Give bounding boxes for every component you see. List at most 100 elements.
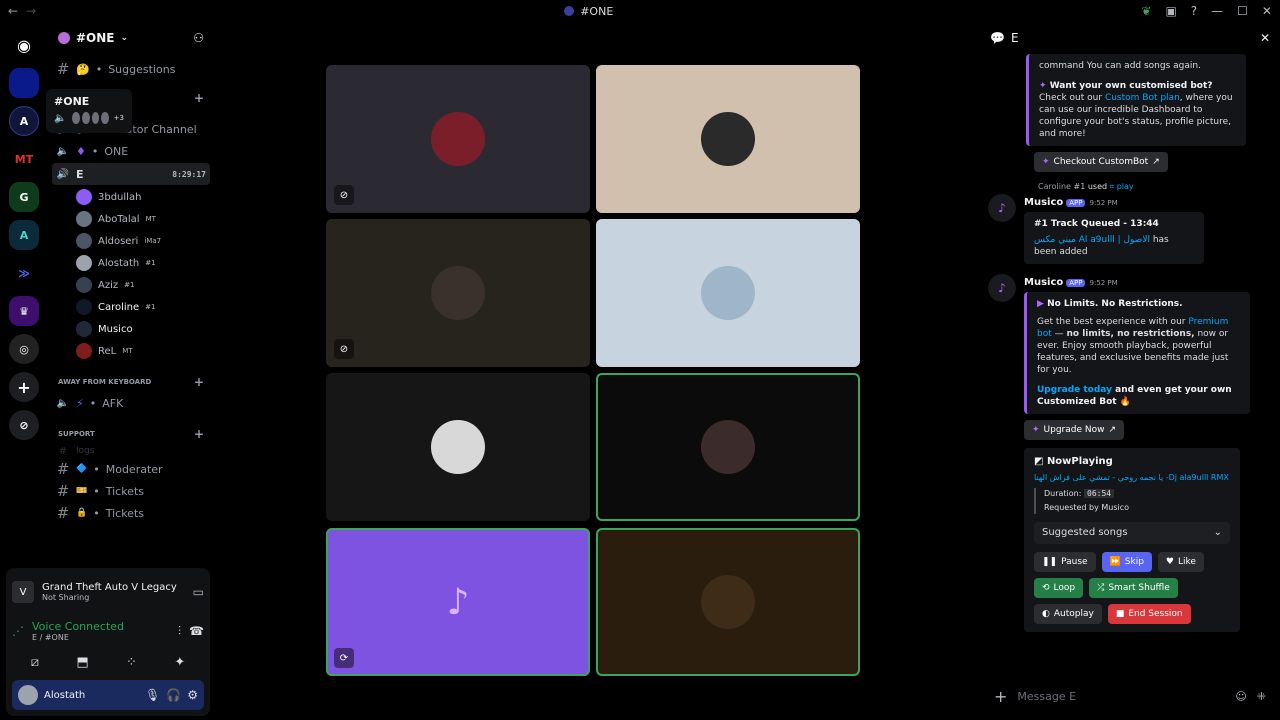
member-name: 3bdullah	[98, 191, 142, 203]
voice-channel-path[interactable]: E / #ONE	[32, 633, 170, 642]
voice-member[interactable]: 3bdullah	[48, 186, 214, 208]
bot-username[interactable]: Musico	[1024, 277, 1063, 288]
voice-member[interactable]: Musico	[48, 318, 214, 340]
activity-icon: ⟳	[334, 648, 354, 668]
noise-suppression-icon[interactable]: ⫶	[178, 624, 181, 639]
voice-member[interactable]: AboTalal MT	[48, 208, 214, 230]
add-channel-icon[interactable]: +	[194, 375, 204, 389]
external-link-icon: ↗	[1152, 157, 1160, 167]
server-icon-teal[interactable]: A	[9, 220, 39, 250]
server-icon-mt[interactable]: MT	[9, 144, 39, 174]
server-icon-crown[interactable]: ♛	[9, 296, 39, 326]
member-name: ReL	[98, 345, 117, 357]
command-name: play	[1116, 182, 1134, 191]
emoji-icon[interactable]: ☺	[1235, 690, 1246, 703]
settings-gear-icon[interactable]: ⚙	[187, 688, 198, 702]
voice-member[interactable]: Alostath #1	[48, 252, 214, 274]
activities-icon[interactable]: ⁘	[126, 655, 137, 670]
bot-avatar[interactable]: ♪	[988, 194, 1016, 222]
autoplay-button[interactable]: ◐ Autoplay	[1034, 604, 1102, 624]
add-channel-icon[interactable]: +	[194, 427, 204, 441]
message-input[interactable]: Message E	[1017, 690, 1225, 703]
video-tile[interactable]	[326, 373, 590, 521]
voice-member[interactable]: Caroline #1	[48, 296, 214, 318]
microphone-icon[interactable]: 🎙	[145, 688, 160, 702]
server-icon-one[interactable]: A	[9, 106, 39, 136]
upgrade-today-link[interactable]: Upgrade today	[1037, 385, 1112, 395]
upgrade-now-button[interactable]: ✦ Upgrade Now ↗	[1024, 420, 1125, 440]
screen-share-button-icon[interactable]: ⬒	[76, 655, 88, 670]
category-afk[interactable]: AWAY FROM KEYBOARD +	[48, 372, 214, 392]
server-icon-chevron[interactable]: ≫	[9, 258, 39, 288]
close-panel-icon[interactable]: ✕	[1260, 31, 1270, 45]
channel-moderater[interactable]: # 🔷 • Moderater	[48, 458, 214, 480]
maximize-icon[interactable]: ☐	[1237, 4, 1248, 18]
self-username[interactable]: Alostath	[44, 690, 139, 701]
channel-logs[interactable]: # logs	[48, 444, 214, 458]
add-channel-icon[interactable]: +	[194, 91, 204, 105]
channel-suggestions[interactable]: # 🤔 • Suggestions	[48, 58, 214, 80]
add-server-icon[interactable]: +	[9, 372, 39, 402]
bot-avatar[interactable]: ♪	[988, 274, 1016, 302]
video-tile[interactable]	[596, 373, 860, 521]
server-icon-blue[interactable]	[9, 68, 39, 98]
voice-extra-count: +3	[113, 114, 124, 122]
invite-people-icon[interactable]: ⚇	[193, 31, 204, 45]
back-arrow-icon[interactable]: ←	[8, 4, 18, 18]
slash-command[interactable]: ⌗ play	[1110, 182, 1134, 191]
like-button[interactable]: ♥ Like	[1157, 552, 1204, 572]
minimize-icon[interactable]: —	[1211, 4, 1223, 18]
voice-member[interactable]: ReL MT	[48, 340, 214, 362]
avatar[interactable]	[18, 685, 38, 705]
apps-icon[interactable]: ⁜	[1257, 690, 1266, 703]
channel-afk[interactable]: 🔈 ⚡ • AFK	[48, 392, 214, 414]
voice-avatar	[72, 112, 80, 124]
suggested-songs-select[interactable]: Suggested songs ⌄	[1034, 522, 1230, 544]
close-window-icon[interactable]: ✕	[1262, 4, 1272, 18]
pause-button[interactable]: ❚❚ Pause	[1034, 552, 1096, 572]
server-icon-green[interactable]: G	[9, 182, 39, 212]
video-tile[interactable]: ⊘	[326, 219, 590, 367]
custombot-embed: command You can add songs again. ✦ Want …	[1026, 54, 1246, 146]
screen-share-icon[interactable]: ▭	[193, 585, 204, 599]
queued-song-link[interactable]: ميني مكس Al a9ulll | الاصول	[1034, 235, 1150, 245]
channel-tickets-locked[interactable]: # 🔒 • Tickets	[48, 502, 214, 524]
discord-home-icon[interactable]: ◉	[9, 30, 39, 60]
video-tile[interactable]: ⊘	[326, 65, 590, 213]
end-session-button[interactable]: ■ End Session	[1107, 604, 1191, 624]
smart-shuffle-button[interactable]: ⤮ Smart Shuffle	[1089, 578, 1178, 598]
reply-username[interactable]: Caroline	[1038, 182, 1071, 191]
forward-arrow-icon[interactable]: →	[26, 4, 36, 18]
bot-username[interactable]: Musico	[1024, 197, 1063, 208]
add-attachment-icon[interactable]: +	[994, 687, 1007, 706]
nitro-leaf-icon[interactable]: ❦	[1141, 4, 1151, 18]
button-label: Skip	[1124, 557, 1144, 567]
channel-one[interactable]: 🔈 ♦ • ONE	[48, 140, 214, 162]
voice-member[interactable]: Aziz #1	[48, 274, 214, 296]
avatar	[76, 299, 92, 315]
video-tile[interactable]	[596, 528, 860, 676]
skip-button[interactable]: ⏩ Skip	[1101, 552, 1152, 572]
nowplaying-song-link[interactable]: يا نجمه روحي - تمشي على فراش الهنا -Dj a…	[1034, 472, 1230, 484]
camera-off-icon[interactable]: ⧄	[31, 655, 39, 670]
help-icon[interactable]: ?	[1191, 4, 1197, 18]
loop-button[interactable]: ⟲ Loop	[1034, 578, 1084, 598]
activity-row[interactable]: V Grand Theft Auto V Legacy Not Sharing …	[12, 574, 204, 610]
disconnect-icon[interactable]: ☎	[189, 624, 204, 638]
custombot-link[interactable]: Custom Bot plan	[1105, 93, 1180, 103]
headphones-icon[interactable]: 🎧	[166, 688, 181, 702]
soundboard-icon[interactable]: ✦	[174, 655, 185, 670]
inbox-icon[interactable]: ▣	[1165, 4, 1176, 18]
checkout-custombot-button[interactable]: ✦ Checkout CustomBot ↗	[1034, 152, 1168, 172]
video-tile[interactable]	[596, 219, 860, 367]
channel-e-active[interactable]: 🔊 E 8:29:17	[52, 163, 210, 185]
server-header[interactable]: #ONE ⌄ ⚇	[48, 22, 214, 54]
server-icon-bot[interactable]: ◎	[9, 334, 39, 364]
video-tile[interactable]: ♪ ⟳	[326, 528, 590, 676]
voice-connected-label[interactable]: Voice Connected	[32, 620, 170, 633]
channel-tickets[interactable]: # 🎫 • Tickets	[48, 480, 214, 502]
discover-icon[interactable]: ⊘	[9, 410, 39, 440]
video-tile[interactable]	[596, 65, 860, 213]
category-support[interactable]: SUPPORT +	[48, 424, 214, 444]
voice-member[interactable]: Aldoseri iMa7	[48, 230, 214, 252]
